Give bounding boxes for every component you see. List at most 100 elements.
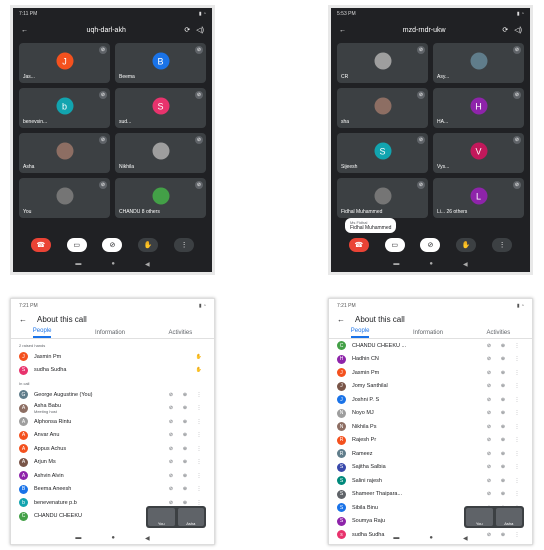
tab-information[interactable]: Information <box>95 330 125 336</box>
mic-button[interactable]: ⊘ <box>102 238 123 252</box>
more-icon[interactable]: ⋮ <box>510 410 524 416</box>
nav-home[interactable]: ● <box>111 535 115 542</box>
back-arrow-icon[interactable]: ← <box>21 27 28 34</box>
pin-icon[interactable]: ⊕ <box>178 392 192 398</box>
mic-muted-icon[interactable]: ⊘ <box>482 356 496 362</box>
back-arrow-icon[interactable]: ← <box>339 27 346 34</box>
participant-tile[interactable]: b benevsin... ⊘ <box>19 88 110 128</box>
participant-tile[interactable]: You ⊘ <box>19 178 110 218</box>
meeting-code[interactable]: uqh-darl-akh <box>34 27 178 34</box>
camera-button[interactable]: ▭ <box>384 238 405 252</box>
mic-muted-icon[interactable]: ⊘ <box>482 383 496 389</box>
raise-hand-button[interactable]: ✋ <box>456 238 477 252</box>
mic-muted-icon[interactable]: ⊘ <box>164 419 178 425</box>
participant-tile[interactable]: S Sijeesh ⊘ <box>337 133 428 173</box>
participant-row[interactable]: B Beema Aneesh ⊘ ⊕ ⋮ <box>11 483 214 497</box>
pin-icon[interactable]: ⊕ <box>496 356 510 362</box>
pin-icon[interactable]: ⊕ <box>178 459 192 465</box>
participant-row[interactable]: C CHANDU CHEEKU ... ⊘ ⊕ ⋮ <box>329 339 532 353</box>
tab-activities[interactable]: Activities <box>487 330 511 336</box>
more-icon[interactable]: ⋮ <box>192 392 206 398</box>
nav-recents[interactable]: ▬ <box>393 535 399 542</box>
participant-row[interactable]: H Hadhin CN ⊘ ⊕ ⋮ <box>329 353 532 367</box>
more-icon[interactable]: ⋮ <box>510 356 524 362</box>
participant-row[interactable]: A Anvar Anu ⊘ ⊕ ⋮ <box>11 429 214 443</box>
end-call-button[interactable]: ☎ <box>348 238 369 252</box>
more-icon[interactable]: ⋮ <box>192 446 206 452</box>
nav-back[interactable]: ◀ <box>463 535 468 542</box>
participant-tile[interactable]: Nikhila ⊘ <box>115 133 206 173</box>
switch-camera-icon[interactable]: ⟳ <box>502 26 508 34</box>
more-icon[interactable]: ⋮ <box>510 451 524 457</box>
tab-information[interactable]: Information <box>413 330 443 336</box>
more-icon[interactable]: ⋮ <box>510 464 524 470</box>
pin-icon[interactable]: ⊕ <box>496 478 510 484</box>
mic-muted-icon[interactable]: ⊘ <box>482 410 496 416</box>
more-icon[interactable]: ⋮ <box>510 397 524 403</box>
mic-muted-icon[interactable]: ⊘ <box>482 370 496 376</box>
participant-tile[interactable]: L Li... 26 others ⊘ <box>433 178 524 218</box>
more-icon[interactable]: ⋮ <box>510 383 524 389</box>
pin-icon[interactable]: ⊕ <box>496 343 510 349</box>
nav-home[interactable]: ● <box>429 535 433 542</box>
more-icon[interactable]: ⋮ <box>192 432 206 438</box>
mic-muted-icon[interactable]: ⊘ <box>482 464 496 470</box>
participant-row[interactable]: A Appus Achus ⊘ ⊕ ⋮ <box>11 442 214 456</box>
more-icon[interactable]: ⋮ <box>192 473 206 479</box>
pin-icon[interactable]: ⊕ <box>178 500 192 506</box>
back-arrow-icon[interactable]: ← <box>19 315 27 324</box>
participant-row[interactable]: R Rajesh Pr ⊘ ⊕ ⋮ <box>329 434 532 448</box>
more-icon[interactable]: ⋮ <box>510 424 524 430</box>
pin-icon[interactable]: ⊕ <box>496 370 510 376</box>
more-icon[interactable]: ⋮ <box>510 437 524 443</box>
participant-row[interactable]: S Salini rajesh ⊘ ⊕ ⋮ <box>329 474 532 488</box>
mic-muted-icon[interactable]: ⊘ <box>164 405 178 411</box>
participant-row[interactable]: N Noyo MJ ⊘ ⊕ ⋮ <box>329 407 532 421</box>
nav-recents[interactable]: ▬ <box>75 535 81 542</box>
participant-tile[interactable]: B Beema ⊘ <box>115 43 206 83</box>
pin-icon[interactable]: ⊕ <box>496 410 510 416</box>
more-options-button[interactable]: ⋮ <box>174 238 195 252</box>
mic-muted-icon[interactable]: ⊘ <box>482 343 496 349</box>
participant-row[interactable]: A Alphonsa Rintu ⊘ ⊕ ⋮ <box>11 415 214 429</box>
nav-recents[interactable]: ▬ <box>393 261 399 268</box>
tab-activities[interactable]: Activities <box>169 330 193 336</box>
more-icon[interactable]: ⋮ <box>510 491 524 497</box>
participant-row[interactable]: J Jomy Santhilal ⊘ ⊕ ⋮ <box>329 380 532 394</box>
mic-muted-icon[interactable]: ⊘ <box>482 424 496 430</box>
participant-tile[interactable]: CR ⊘ <box>337 43 428 83</box>
pin-icon[interactable]: ⊕ <box>496 451 510 457</box>
mic-muted-icon[interactable]: ⊘ <box>164 473 178 479</box>
participant-tile[interactable]: Asy... ⊘ <box>433 43 524 83</box>
nav-home[interactable]: ● <box>111 261 115 268</box>
pin-icon[interactable]: ⊕ <box>496 383 510 389</box>
more-icon[interactable]: ⋮ <box>510 370 524 376</box>
end-call-button[interactable]: ☎ <box>30 238 51 252</box>
participant-tile[interactable]: Asha ⊘ <box>19 133 110 173</box>
switch-camera-icon[interactable]: ⟳ <box>184 26 190 34</box>
participant-tile[interactable]: Fidhal Muhammed ⊘ <box>337 178 428 218</box>
mic-muted-icon[interactable]: ⊘ <box>164 486 178 492</box>
pin-icon[interactable]: ⊕ <box>496 397 510 403</box>
nav-home[interactable]: ● <box>429 261 433 268</box>
mic-button[interactable]: ⊘ <box>420 238 441 252</box>
back-arrow-icon[interactable]: ← <box>337 315 345 324</box>
mic-muted-icon[interactable]: ⊘ <box>482 437 496 443</box>
raised-hand-icon[interactable]: ✋ <box>192 354 206 360</box>
participant-row[interactable]: J Jasmin Pm ⊘ ⊕ ⋮ <box>329 366 532 380</box>
pin-icon[interactable]: ⊕ <box>178 446 192 452</box>
mic-muted-icon[interactable]: ⊘ <box>164 392 178 398</box>
more-icon[interactable]: ⋮ <box>192 459 206 465</box>
participant-tile[interactable]: H HA... ⊘ <box>433 88 524 128</box>
nav-back[interactable]: ◀ <box>463 261 468 268</box>
speaker-icon[interactable]: ◁) <box>196 26 204 34</box>
participant-row[interactable]: A Ashvin Alvin ⊘ ⊕ ⋮ <box>11 469 214 483</box>
mic-muted-icon[interactable]: ⊘ <box>164 500 178 506</box>
mic-muted-icon[interactable]: ⊘ <box>164 446 178 452</box>
participant-row[interactable]: R Rameez ⊘ ⊕ ⋮ <box>329 447 532 461</box>
participant-row[interactable]: S Shameer Thaipara... ⊘ ⊕ ⋮ <box>329 488 532 502</box>
more-icon[interactable]: ⋮ <box>192 486 206 492</box>
nav-recents[interactable]: ▬ <box>75 261 81 268</box>
tab-people[interactable]: People <box>350 328 370 338</box>
pin-icon[interactable]: ⊕ <box>496 424 510 430</box>
